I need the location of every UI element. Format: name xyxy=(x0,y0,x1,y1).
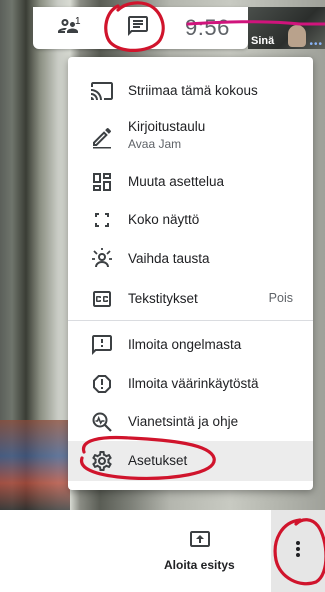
menu-item-cast[interactable]: Striimaa tämä kokous xyxy=(68,71,313,111)
participants-count-badge: 1 xyxy=(75,16,81,27)
present-screen-icon xyxy=(188,528,212,552)
pen-icon xyxy=(90,125,114,149)
chat-icon xyxy=(126,14,150,43)
menu-item-change-layout[interactable]: Muuta asettelua xyxy=(68,163,313,201)
more-vert-icon xyxy=(286,537,310,566)
menu-item-troubleshooting[interactable]: Vianetsintä ja ohje xyxy=(68,403,313,441)
menu-label-cast: Striimaa tämä kokous xyxy=(128,83,258,98)
self-view-label: Sinä xyxy=(251,35,275,47)
participants-button[interactable]: 1 xyxy=(33,7,103,49)
captions-icon xyxy=(90,287,114,311)
overflow-menu: Striimaa tämä kokous Kirjoitustaulu Avaa… xyxy=(68,57,313,490)
menu-divider xyxy=(68,320,313,321)
bottom-bar: Aloita esitys xyxy=(0,510,325,592)
menu-item-report-problem[interactable]: Ilmoita ongelmasta xyxy=(68,325,313,365)
menu-label-settings: Asetukset xyxy=(128,453,188,468)
self-view-more-icon[interactable]: ••• xyxy=(309,39,323,50)
meeting-time: 9:56 xyxy=(185,15,230,40)
menu-label-troubleshooting: Vianetsintä ja ohje xyxy=(128,414,239,429)
feedback-icon xyxy=(90,333,114,357)
menu-label-change-background: Vaihda tausta xyxy=(128,251,210,266)
troubleshoot-icon xyxy=(90,410,114,434)
chat-button[interactable] xyxy=(103,7,173,49)
report-icon xyxy=(90,372,114,396)
cast-icon xyxy=(90,79,114,103)
background-icon xyxy=(90,247,114,271)
menu-item-whiteboard[interactable]: Kirjoitustaulu Avaa Jam xyxy=(68,113,313,163)
menu-sublabel-whiteboard: Avaa Jam xyxy=(128,137,182,151)
settings-icon xyxy=(90,449,114,473)
menu-item-fullscreen[interactable]: Koko näyttö xyxy=(68,201,313,239)
fullscreen-icon xyxy=(90,208,114,232)
menu-label-change-layout: Muuta asettelua xyxy=(128,174,225,189)
more-options-button[interactable] xyxy=(271,510,325,592)
menu-label-report-problem: Ilmoita ongelmasta xyxy=(128,337,242,352)
menu-item-change-background[interactable]: Vaihda tausta xyxy=(68,239,313,279)
self-view-tile[interactable]: Sinä ••• xyxy=(248,7,325,50)
menu-label-fullscreen: Koko näyttö xyxy=(128,212,200,227)
menu-item-captions[interactable]: Tekstitykset Pois xyxy=(68,279,313,319)
present-now-label: Aloita esitys xyxy=(164,558,235,572)
menu-label-captions: Tekstitykset xyxy=(128,291,198,306)
menu-label-whiteboard: Kirjoitustaulu xyxy=(128,119,206,134)
top-bar: 1 9:56 xyxy=(33,7,248,49)
menu-item-settings[interactable]: Asetukset xyxy=(68,441,313,481)
self-avatar xyxy=(288,25,306,47)
menu-item-report-abuse[interactable]: Ilmoita väärinkäytöstä xyxy=(68,365,313,403)
layout-icon xyxy=(90,170,114,194)
menu-label-report-abuse: Ilmoita väärinkäytöstä xyxy=(128,376,259,391)
captions-status-value: Pois xyxy=(268,291,293,305)
present-now-button[interactable]: Aloita esitys xyxy=(158,528,248,588)
